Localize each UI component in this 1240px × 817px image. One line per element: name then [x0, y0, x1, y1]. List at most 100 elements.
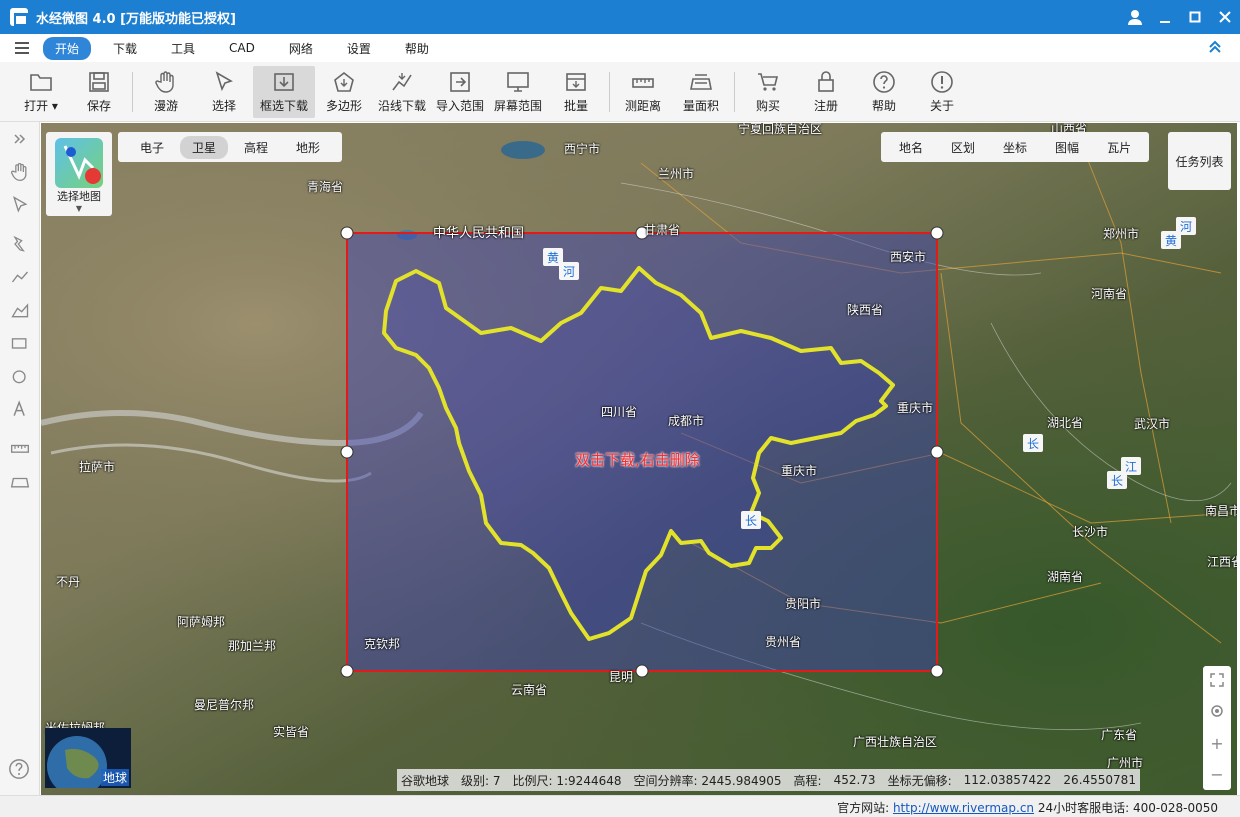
expand-icon[interactable]: [0, 122, 40, 155]
import-range-button[interactable]: 导入范围: [431, 66, 489, 118]
map-label: 贵阳市: [785, 597, 822, 611]
map-label: 江西省: [1207, 555, 1237, 569]
river-label: 河: [1176, 217, 1196, 235]
help-circle-icon[interactable]: [8, 758, 30, 783]
menu-settings[interactable]: 设置: [335, 37, 383, 60]
map-label: 重庆市: [781, 464, 818, 478]
layer-place-names[interactable]: 地名: [885, 139, 937, 156]
measure-area-button[interactable]: 量面积: [672, 66, 730, 118]
box-download-label: 框选下载: [259, 99, 308, 113]
measure-distance-button[interactable]: 测距离: [614, 66, 672, 118]
measure-distance-label: 测距离: [624, 99, 661, 113]
map-label: 不丹: [56, 575, 81, 589]
register-button[interactable]: 注册: [797, 66, 855, 118]
map-label: 重庆市: [897, 401, 934, 415]
save-label: 保存: [86, 99, 111, 113]
map-scale: 比例尺: 1:9244648: [512, 773, 622, 788]
map-canvas[interactable]: 宁夏回族自治区 西宁市 兰州市 青海省 中华人民共和国 甘肃省 西安市 陕西省 …: [41, 123, 1237, 795]
map-type-terrain[interactable]: 地形: [284, 136, 332, 159]
save-button[interactable]: 保存: [70, 66, 128, 118]
help-button[interactable]: 帮助: [855, 66, 913, 118]
open-button[interactable]: 打开 ▾: [12, 66, 70, 118]
area-icon: [688, 69, 714, 95]
menu-cad[interactable]: CAD: [217, 38, 267, 58]
rectangle-tool-icon[interactable]: [0, 326, 40, 359]
locate-icon[interactable]: [1210, 703, 1224, 722]
window-title: 水经微图 4.0 [万能版功能已授权]: [36, 11, 236, 27]
map-label: 那加兰邦: [228, 639, 277, 653]
title-bar: 水经微图 4.0 [万能版功能已授权]: [0, 0, 1240, 34]
layer-coordinates[interactable]: 坐标: [989, 139, 1041, 156]
area-measure-tool-icon[interactable]: [0, 464, 40, 497]
buy-button[interactable]: 购买: [739, 66, 797, 118]
buy-label: 购买: [755, 99, 780, 113]
hamburger-menu-icon[interactable]: [15, 42, 29, 54]
menu-download[interactable]: 下载: [101, 37, 149, 60]
elevation-value: 452.73: [833, 773, 876, 787]
map-type-elevation[interactable]: 高程: [232, 136, 280, 159]
layer-sheets[interactable]: 图幅: [1041, 139, 1093, 156]
line-tool-icon[interactable]: [0, 260, 40, 293]
info-icon: [929, 69, 955, 95]
minimize-button[interactable]: [1150, 0, 1180, 34]
layer-divisions[interactable]: 区划: [937, 139, 989, 156]
open-label: 打开: [24, 99, 49, 113]
hand-tool-icon[interactable]: [0, 155, 40, 188]
map-type-electronic[interactable]: 电子: [128, 136, 176, 159]
about-label: 关于: [929, 99, 954, 113]
select-button[interactable]: 选择: [195, 66, 253, 118]
map-label: 湖南省: [1047, 570, 1084, 584]
river-label: 长: [741, 511, 761, 529]
map-label: 青海省: [307, 180, 344, 194]
task-list-button[interactable]: 任务列表: [1168, 132, 1231, 190]
zoom-in-icon[interactable]: +: [1210, 734, 1223, 753]
map-label: 长沙市: [1072, 525, 1109, 539]
menu-start[interactable]: 开始: [43, 36, 92, 60]
import-range-label: 导入范围: [435, 99, 484, 113]
area-tool-icon[interactable]: [0, 293, 40, 326]
user-icon[interactable]: [1120, 0, 1150, 34]
map-label: 克钦邦: [364, 637, 401, 651]
polygon-button[interactable]: 多边形: [315, 66, 373, 118]
cart-icon: [755, 69, 781, 95]
select-map-button[interactable]: 选择地图 ▼: [46, 132, 112, 216]
website-label: 官方网站:: [837, 801, 890, 815]
layer-tiles[interactable]: 瓦片: [1093, 139, 1145, 156]
marker-tool-icon[interactable]: [0, 227, 40, 260]
app-icon: [10, 8, 28, 26]
menu-network[interactable]: 网络: [277, 37, 325, 60]
polygon-icon: [331, 69, 357, 95]
left-toolbar: [0, 122, 40, 795]
box-download-button[interactable]: 框选下载: [253, 65, 315, 118]
ribbon-toolbar: 打开 ▾ 保存 漫游 选择 框选下载 多边形 沿线下载 导入范围 屏幕范围 批量…: [0, 62, 1240, 122]
pointer-tool-icon[interactable]: [0, 188, 40, 221]
map-label: 中华人民共和国: [433, 226, 525, 241]
close-button[interactable]: [1210, 0, 1240, 34]
hand-icon: [153, 69, 179, 95]
about-button[interactable]: 关于: [913, 66, 971, 118]
map-label: 西宁市: [564, 142, 601, 156]
line-download-button[interactable]: 沿线下载: [373, 66, 431, 118]
help-label: 帮助: [871, 99, 896, 113]
globe-thumbnail[interactable]: 地球: [45, 728, 131, 795]
map-type-satellite[interactable]: 卫星: [180, 135, 229, 159]
map-label: 阿萨姆邦: [177, 615, 226, 629]
zoom-out-icon[interactable]: −: [1210, 765, 1223, 784]
maximize-button[interactable]: [1180, 0, 1210, 34]
fullscreen-icon[interactable]: [1210, 672, 1224, 691]
ruler-tool-icon[interactable]: [0, 431, 40, 464]
menu-help[interactable]: 帮助: [393, 37, 441, 60]
screen-range-button[interactable]: 屏幕范围: [489, 66, 547, 118]
batch-icon: [563, 69, 589, 95]
pan-button[interactable]: 漫游: [137, 66, 195, 118]
menu-tools[interactable]: 工具: [159, 37, 207, 60]
batch-button[interactable]: 批量: [547, 66, 605, 118]
map-label: 广东省: [1101, 728, 1138, 742]
circle-tool-icon[interactable]: [0, 359, 40, 392]
text-tool-icon[interactable]: [0, 392, 40, 425]
coordinate-label: 坐标无偏移:: [887, 773, 952, 788]
collapse-ribbon-icon[interactable]: [1208, 40, 1222, 58]
batch-label: 批量: [563, 99, 588, 113]
website-link[interactable]: http://www.rivermap.cn: [893, 801, 1034, 815]
map-label: 陕西省: [847, 303, 884, 317]
